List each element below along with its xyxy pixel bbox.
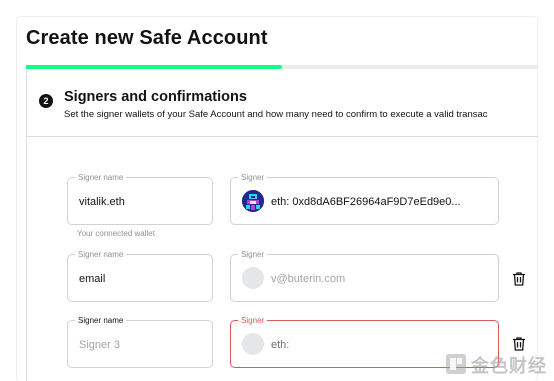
signer-1-address-field[interactable]: Signer eth: 0xd8dA6BF26964aF9D7eEd9e0... [230, 172, 499, 225]
signer-2-name-value: email [79, 273, 106, 285]
signer-2-address-value: v@buterin.com [271, 273, 346, 285]
signer-3-name-field[interactable]: Signer name Signer 3 [67, 315, 213, 368]
create-safe-card: Create new Safe Account 2 Signers and co… [17, 17, 537, 381]
signer-2-address-field[interactable]: Signer v@buterin.com [230, 249, 499, 302]
signer-1-name-value: vitalik.eth [79, 196, 125, 208]
step-panel: 2 Signers and confirmations Set the sign… [26, 69, 537, 381]
empty-avatar-icon [242, 333, 264, 355]
watermark-text: 金色财经 [471, 356, 547, 377]
empty-avatar-icon [242, 267, 264, 289]
jinse-logo-icon [445, 353, 467, 380]
signer-2-name-field[interactable]: Signer name email [67, 249, 213, 302]
signer-2-address-label: Signer [238, 249, 268, 260]
signer-1-address-value: eth: 0xd8dA6BF26964aF9D7eEd9e0... [271, 196, 461, 208]
signer-1-address-label: Signer [238, 172, 268, 183]
signer-3-address-label: Signer [238, 315, 268, 326]
page-title: Create new Safe Account [26, 27, 268, 49]
step-number-badge: 2 [39, 94, 53, 108]
step-title: Signers and confirmations [64, 89, 247, 105]
step-header: 2 Signers and confirmations Set the sign… [27, 69, 537, 137]
signer-3-name-value: Signer 3 [79, 339, 120, 351]
signer-3-name-label: Signer name [75, 315, 127, 326]
signer-1-name-field[interactable]: Signer name vitalik.eth [67, 172, 213, 225]
step-description: Set the signer wallets of your Safe Acco… [64, 109, 488, 120]
signer-1-name-label: Signer name [75, 172, 127, 183]
blockie-avatar-icon [242, 190, 264, 212]
trash-icon[interactable] [512, 271, 526, 287]
signer-2-name-label: Signer name [75, 249, 127, 260]
signer-1-helper-text: Your connected wallet [77, 229, 155, 238]
signer-3-address-value: eth: [271, 339, 290, 351]
watermark: 金色财经 [443, 346, 554, 381]
